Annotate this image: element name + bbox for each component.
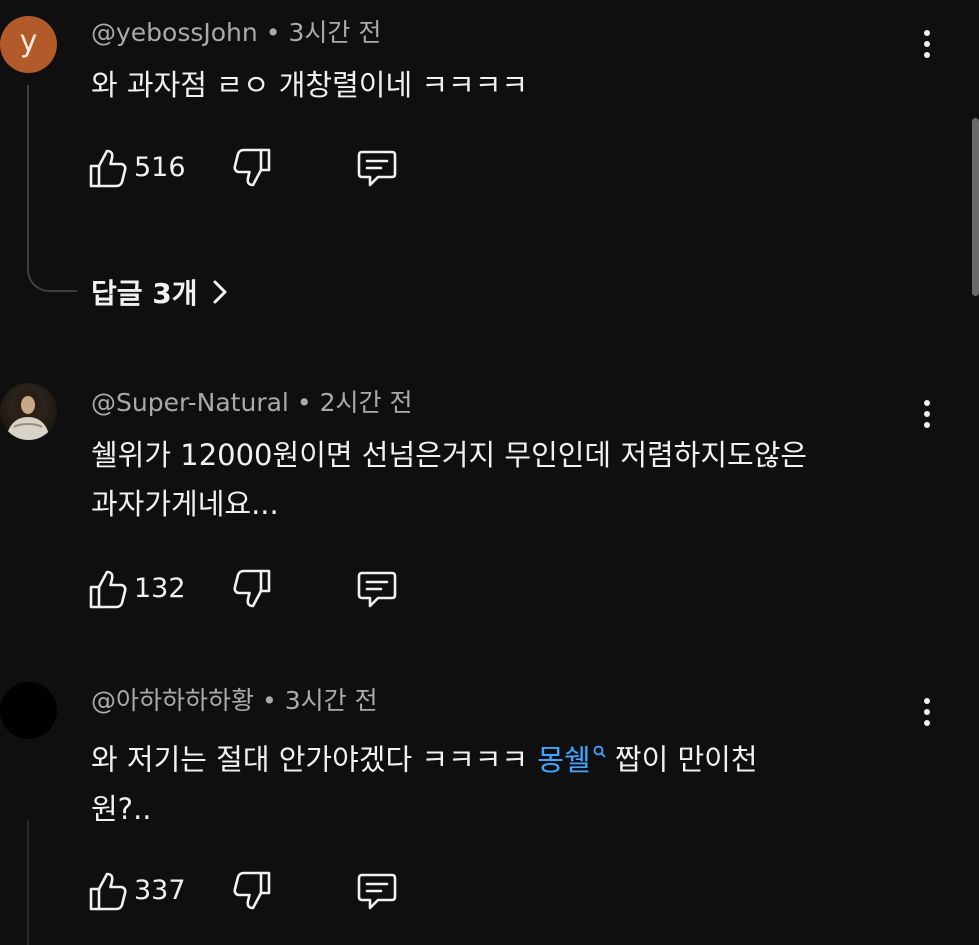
more-options-button[interactable] — [912, 392, 942, 436]
comment-meta: @Super-Natural • 2시간 전 — [91, 386, 413, 420]
dislike-button[interactable] — [232, 146, 272, 190]
comment-line-text: 짭이 만이천 — [605, 742, 758, 777]
comment-time[interactable]: 2시간 전 — [320, 388, 413, 417]
thumbs-down-icon — [233, 148, 271, 187]
meta-separator: • — [262, 686, 277, 715]
comment-text: 와 저기는 절대 안가야겠다 ㅋㅋㅋㅋ 몽쉘 짭이 만이천 원?.. — [91, 729, 758, 834]
divider — [27, 820, 29, 945]
avatar[interactable]: y — [0, 16, 57, 73]
thumbs-up-icon — [89, 570, 127, 609]
avatar-image — [6, 389, 50, 440]
dislike-button[interactable] — [232, 567, 272, 611]
comment-line: 원?.. — [91, 791, 152, 826]
comment-actions: 516 — [88, 146, 428, 190]
comment-actions: 132 — [88, 567, 428, 611]
replies-label: 답글 3개 — [91, 277, 198, 310]
comment-time[interactable]: 3시간 전 — [285, 686, 378, 715]
dislike-button[interactable] — [232, 869, 272, 913]
reply-icon — [357, 150, 397, 187]
reply-button[interactable] — [356, 869, 398, 913]
comment-line: 쉘위가 12000원이면 선넘은거지 무인인데 저렴하지도않은 — [91, 438, 808, 472]
thumbs-down-icon — [233, 569, 271, 608]
more-options-button[interactable] — [912, 22, 942, 66]
more-options-button[interactable] — [912, 690, 942, 734]
more-vert-icon — [924, 698, 930, 704]
comment-meta: @yebossJohn • 3시간 전 — [91, 16, 381, 50]
search-link-label: 몽쉘 — [537, 742, 591, 777]
like-button[interactable]: 516 — [88, 146, 186, 190]
comment-actions: 337 — [88, 869, 428, 913]
search-link[interactable]: 몽쉘 — [537, 742, 606, 777]
thumbs-down-icon — [233, 871, 271, 910]
reply-icon — [357, 571, 397, 608]
thumbs-up-icon — [89, 872, 127, 911]
view-replies-button[interactable]: 답글 3개 — [91, 270, 228, 314]
like-button[interactable]: 337 — [88, 869, 186, 913]
comment-line: 와 과자점 ㄹㅇ 개창렬이네 ㅋㅋㅋㅋ — [91, 68, 529, 102]
avatar[interactable] — [0, 383, 57, 440]
comment-line: 와 저기는 절대 안가야겠다 ㅋㅋㅋㅋ 몽쉘 짭이 만이천 — [91, 729, 758, 785]
meta-separator: • — [296, 388, 312, 417]
comment-author[interactable]: @아하하하하황 — [91, 686, 254, 715]
avatar-letter: y — [19, 24, 38, 59]
comment-meta: @아하하하하황 • 3시간 전 — [91, 684, 378, 718]
reply-icon — [357, 873, 397, 910]
comment-line-text: 와 저기는 절대 안가야겠다 ㅋㅋㅋㅋ — [91, 742, 538, 777]
like-count: 132 — [134, 573, 186, 604]
comment-text: 쉘위가 12000원이면 선넘은거지 무인인데 저렴하지도않은 과자가게네요..… — [91, 431, 807, 529]
like-button[interactable]: 132 — [88, 567, 186, 611]
more-vert-icon — [924, 400, 930, 406]
reply-button[interactable] — [356, 567, 398, 611]
like-count: 337 — [134, 875, 186, 906]
scrollbar[interactable] — [972, 118, 979, 296]
comment-text: 와 과자점 ㄹㅇ 개창렬이네 ㅋㅋㅋㅋ — [91, 61, 528, 110]
search-icon — [593, 744, 606, 763]
like-count: 516 — [134, 152, 186, 183]
comment-line: 과자가게네요... — [91, 487, 279, 521]
thumbs-up-icon — [89, 149, 127, 188]
comment-author[interactable]: @yebossJohn — [91, 18, 258, 47]
reply-button[interactable] — [356, 146, 398, 190]
more-vert-icon — [924, 30, 930, 36]
comment-time[interactable]: 3시간 전 — [289, 18, 382, 47]
thread-line — [27, 85, 77, 292]
comment-author[interactable]: @Super-Natural — [91, 388, 289, 417]
meta-separator: • — [265, 18, 281, 47]
avatar[interactable] — [0, 682, 57, 739]
chevron-right-icon — [213, 280, 227, 304]
